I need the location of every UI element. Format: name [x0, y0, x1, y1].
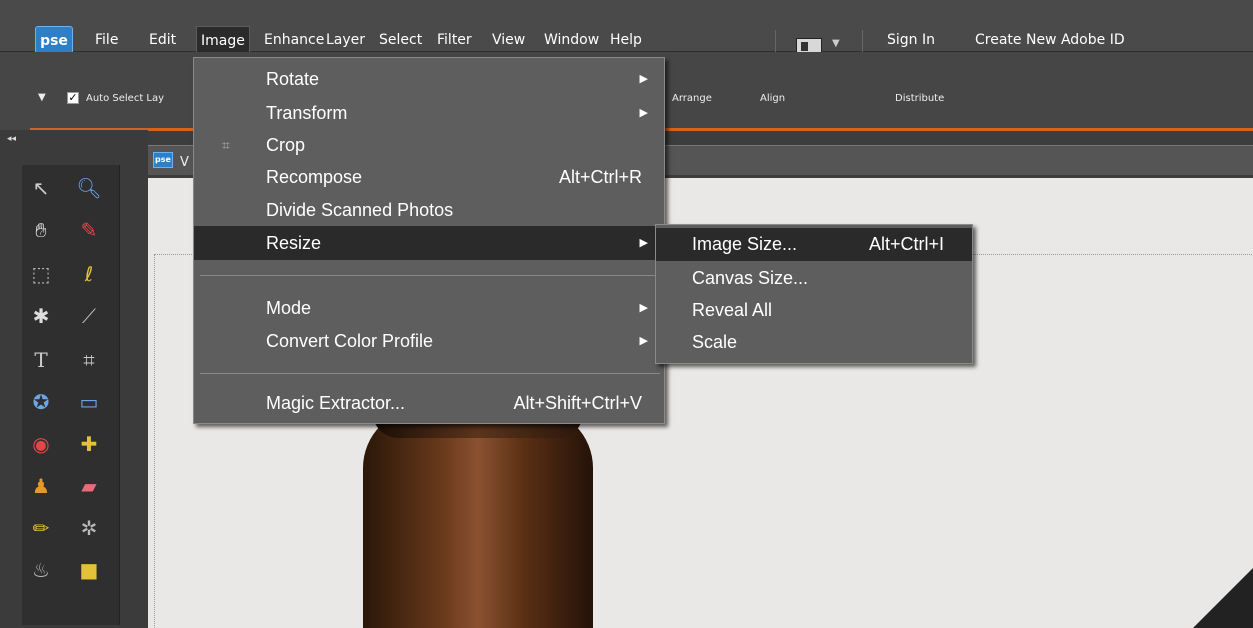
- clone-stamp-tool-icon[interactable]: ♟: [26, 471, 56, 501]
- type-tool-icon[interactable]: T: [26, 345, 56, 375]
- resize-submenu: Image Size... Alt+Ctrl+I Canvas Size... …: [655, 224, 973, 364]
- chevron-down-icon[interactable]: ▼: [832, 38, 840, 49]
- collapse-panel-icon[interactable]: ◂◂: [7, 134, 16, 144]
- tools-grid: ↖ 🔍︎ ✋︎ ✎ ⬚ ℓ ✱ ⟋ T ⌗ ✪ ▭ ◉ ✚ ♟ ▰ ✏︎ ✲ ♨…: [22, 165, 120, 625]
- create-id-link[interactable]: Create New Adobe ID: [975, 26, 1125, 54]
- pencil-tool-icon[interactable]: ✏︎: [26, 513, 56, 543]
- auto-select-label: Auto Select Lay: [86, 93, 165, 104]
- menu-item-magic-extractor[interactable]: Magic Extractor... Alt+Shift+Ctrl+V: [194, 388, 664, 418]
- menu-item-label: Resize: [266, 233, 322, 253]
- submenu-arrow-icon: ▶: [639, 237, 648, 249]
- menu-item-image-size[interactable]: Image Size... Alt+Ctrl+I: [656, 228, 972, 261]
- shortcut-label: Alt+Ctrl+R: [558, 167, 642, 187]
- paint-bucket-tool-icon[interactable]: ♨: [26, 555, 56, 585]
- menu-enhance[interactable]: Enhance: [260, 26, 328, 54]
- menu-item-label: Convert Color Profile: [266, 331, 434, 351]
- eyedropper-tool-icon[interactable]: ✎: [74, 215, 104, 245]
- submenu-arrow-icon: ▶: [639, 107, 648, 119]
- menu-filter[interactable]: Filter: [433, 26, 476, 54]
- menu-item-recompose[interactable]: Recompose Alt+Ctrl+R: [194, 162, 664, 192]
- menu-view[interactable]: View: [488, 26, 529, 54]
- menu-window[interactable]: Window: [540, 26, 603, 54]
- sign-in-link[interactable]: Sign In: [887, 26, 935, 54]
- menu-item-crop[interactable]: Crop: [194, 130, 664, 160]
- arrange-button[interactable]: Arrange: [672, 93, 712, 104]
- menu-layer[interactable]: Layer: [322, 26, 369, 54]
- menu-item-label: Canvas Size...: [692, 268, 809, 288]
- menu-item-label: Scale: [692, 332, 738, 352]
- shortcut-label: Alt+Ctrl+I: [868, 234, 944, 254]
- marquee-tool-icon[interactable]: ⬚: [26, 259, 56, 289]
- menu-item-resize[interactable]: Resize ▶: [194, 226, 664, 260]
- menu-item-label: Recompose: [266, 167, 363, 187]
- menu-item-scale[interactable]: Scale: [656, 327, 972, 357]
- quick-selection-tool-icon[interactable]: ⟋: [74, 301, 104, 331]
- menu-separator: [200, 275, 660, 276]
- gradient-tool-icon[interactable]: ■: [74, 555, 104, 585]
- straighten-tool-icon[interactable]: ▭: [74, 387, 104, 417]
- menu-item-divide-scanned[interactable]: Divide Scanned Photos: [194, 195, 664, 225]
- magic-wand-tool-icon[interactable]: ✱: [26, 301, 56, 331]
- move-tool-icon[interactable]: ↖: [26, 173, 56, 203]
- distribute-button[interactable]: Distribute: [895, 93, 944, 104]
- menu-item-convert-color-profile[interactable]: Convert Color Profile ▶: [194, 326, 664, 356]
- menu-item-label: Reveal All: [692, 300, 773, 320]
- menu-separator: [775, 30, 776, 54]
- submenu-arrow-icon: ▶: [639, 335, 648, 347]
- document-title: V: [180, 155, 189, 170]
- menu-item-label: Crop: [266, 135, 306, 155]
- image-menu-dropdown: Rotate ▶ Transform ▶ ⌗ Crop Recompose Al…: [193, 57, 665, 424]
- menu-item-label: Magic Extractor...: [266, 393, 406, 413]
- app-logo: pse: [35, 26, 73, 54]
- menu-edit[interactable]: Edit: [145, 26, 180, 54]
- align-button[interactable]: Align: [760, 93, 785, 104]
- menu-item-reveal-all[interactable]: Reveal All: [656, 295, 972, 325]
- lasso-tool-icon[interactable]: ℓ: [74, 259, 104, 289]
- options-dropdown-icon[interactable]: ▼: [38, 92, 46, 103]
- menu-separator: [862, 30, 863, 54]
- shortcut-label: Alt+Shift+Ctrl+V: [513, 393, 642, 413]
- menu-image[interactable]: Image: [196, 26, 250, 54]
- document-logo-icon: pse: [153, 152, 173, 168]
- menu-file[interactable]: File: [91, 26, 122, 54]
- photo-subject: [363, 388, 593, 628]
- menu-item-mode[interactable]: Mode ▶: [194, 293, 664, 323]
- auto-select-checkbox[interactable]: ✓: [67, 92, 79, 104]
- crop-tool-icon[interactable]: ⌗: [74, 345, 104, 375]
- menu-item-canvas-size[interactable]: Canvas Size...: [656, 263, 972, 293]
- hand-tool-icon[interactable]: ✋︎: [26, 215, 56, 245]
- menu-item-label: Mode: [266, 298, 312, 318]
- red-eye-tool-icon[interactable]: ◉: [26, 429, 56, 459]
- zoom-tool-icon[interactable]: 🔍︎: [74, 173, 104, 203]
- menu-separator: [200, 373, 660, 374]
- eraser-tool-icon[interactable]: ▰: [74, 471, 104, 501]
- photo-corner: [1193, 568, 1253, 628]
- menu-select[interactable]: Select: [375, 26, 426, 54]
- menu-help[interactable]: Help: [606, 26, 646, 54]
- menu-item-label: Divide Scanned Photos: [266, 200, 454, 220]
- submenu-arrow-icon: ▶: [639, 302, 648, 314]
- menu-item-label: Transform: [266, 103, 348, 123]
- submenu-arrow-icon: ▶: [639, 73, 648, 85]
- menu-item-rotate[interactable]: Rotate ▶: [194, 64, 664, 94]
- menu-item-label: Rotate: [266, 69, 320, 89]
- menu-item-transform[interactable]: Transform ▶: [194, 98, 664, 128]
- selection-guide: [154, 254, 155, 628]
- smart-brush-tool-icon[interactable]: ✲: [74, 513, 104, 543]
- cookie-cutter-tool-icon[interactable]: ✪: [26, 387, 56, 417]
- menu-item-label: Image Size...: [692, 234, 798, 254]
- healing-brush-tool-icon[interactable]: ✚: [74, 429, 104, 459]
